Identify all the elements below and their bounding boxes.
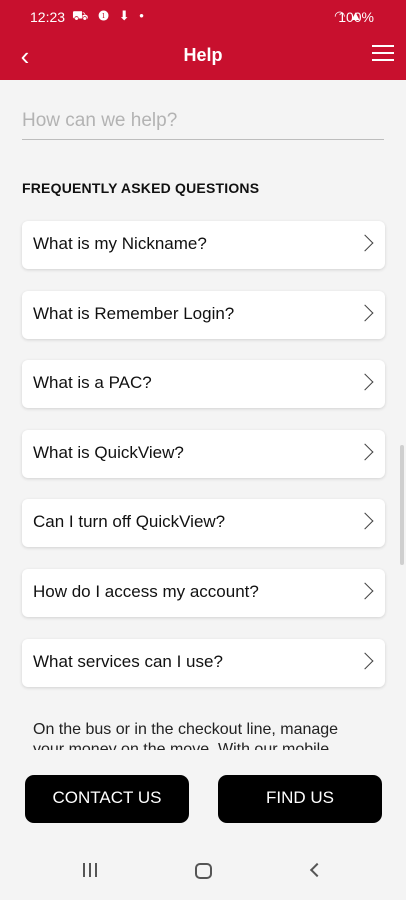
recents-icon[interactable] <box>83 863 99 877</box>
faq-item-label: What is my Nickname? <box>33 234 207 253</box>
bottom-action-bar: CONTACT US FIND US <box>0 752 406 838</box>
faq-item-label: What services can I use? <box>33 651 223 671</box>
faq-item-label: What is QuickView? <box>33 442 184 462</box>
scrollbar-thumb[interactable] <box>400 445 404 565</box>
status-bar: 12:23 ⛟ ❶ ⬇ • ◠ ▲ 100% <box>0 0 406 32</box>
faq-item-label: How do I access my account? <box>33 581 259 601</box>
app-header: ‹ Help <box>0 32 406 80</box>
status-time: 12:23 <box>30 9 66 25</box>
faq-item-label: Can I turn off QuickView? <box>33 512 226 532</box>
faq-item-quickview[interactable]: What is QuickView? <box>22 429 385 478</box>
find-us-button[interactable]: FIND US <box>218 775 382 823</box>
chevron-right-icon <box>356 443 374 461</box>
chevron-right-icon <box>356 652 374 670</box>
battery-percentage: 100% <box>338 9 374 25</box>
contact-us-button[interactable]: CONTACT US <box>25 775 189 823</box>
chevron-right-icon <box>356 582 374 600</box>
promo-text-container: On the bus or in the checkout line, mana… <box>33 720 373 750</box>
chevron-right-icon <box>356 304 374 322</box>
faq-item-services[interactable]: What services can I use? <box>22 638 385 687</box>
notification-icons: ⛟ ❶ ⬇ • <box>72 8 147 23</box>
search-input[interactable] <box>22 106 384 136</box>
promo-text: On the bus or in the checkout line, mana… <box>33 721 339 750</box>
faq-heading: FREQUENTLY ASKED QUESTIONS <box>22 180 260 196</box>
faq-item-pac[interactable]: What is a PAC? <box>22 360 385 409</box>
system-back-icon[interactable] <box>309 862 325 878</box>
faq-item-label: What is Remember Login? <box>33 303 235 323</box>
faq-list: What is my Nickname? What is Remember Lo… <box>22 221 385 708</box>
chevron-right-icon <box>356 373 374 391</box>
faq-item-nickname[interactable]: What is my Nickname? <box>22 221 385 269</box>
search-field <box>22 106 384 140</box>
system-navigation-bar <box>0 838 406 900</box>
chevron-right-icon <box>356 512 374 530</box>
chevron-right-icon <box>356 234 374 252</box>
home-icon[interactable] <box>195 863 212 879</box>
page-title: Help <box>183 45 223 65</box>
faq-item-remember-login[interactable]: What is Remember Login? <box>22 290 385 339</box>
faq-item-label: What is a PAC? <box>33 373 152 393</box>
faq-item-turn-off-quickview[interactable]: Can I turn off QuickView? <box>22 499 385 548</box>
hamburger-menu-icon[interactable] <box>372 45 394 63</box>
faq-item-access-account[interactable]: How do I access my account? <box>22 568 385 617</box>
